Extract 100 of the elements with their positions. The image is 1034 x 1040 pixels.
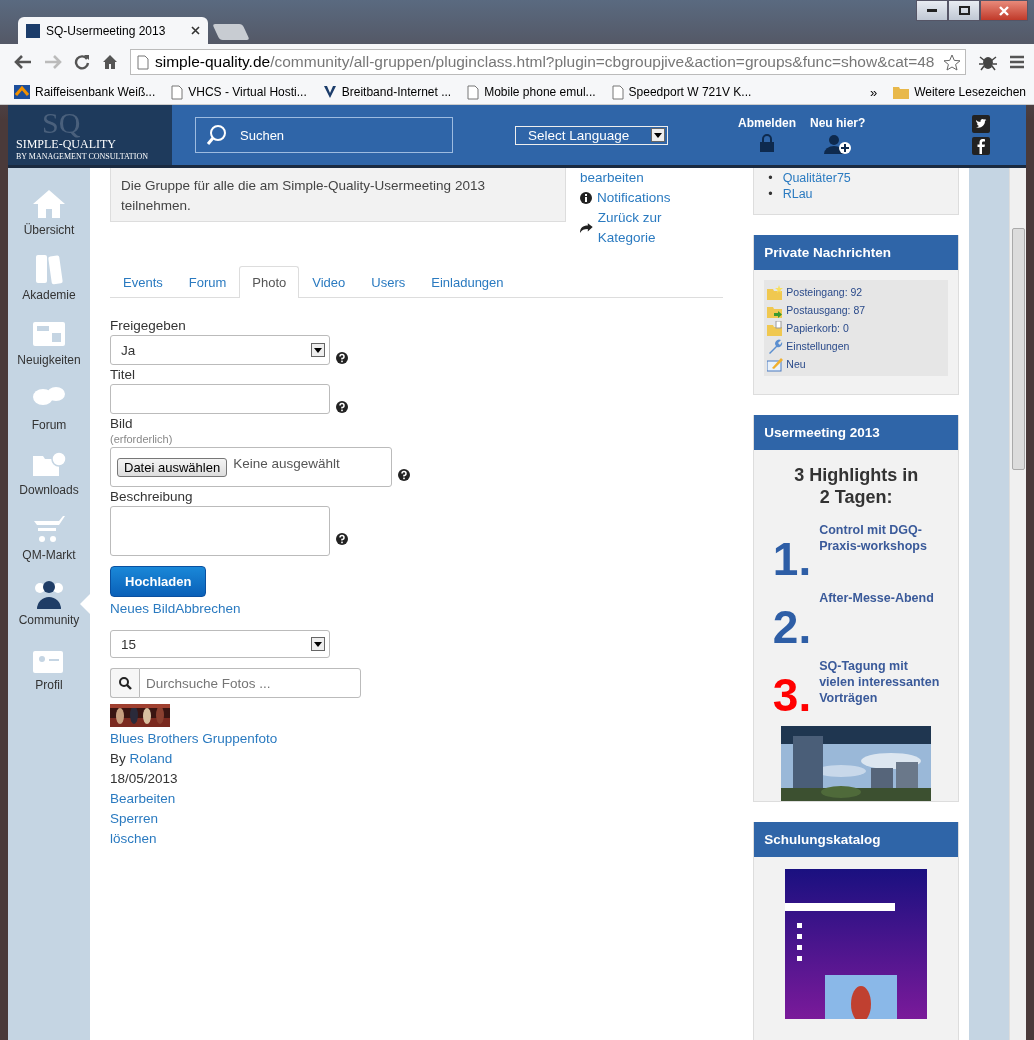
address-bar[interactable]: simple-quality.de/community/all-gruppen/pluginclass.html?plugin=cbgroupjive&action=groups&func=show&cat=48 [130, 49, 966, 75]
message-link[interactable]: Postausgang: 87 [767, 301, 946, 319]
sidebar-item[interactable]: QM-Markt [8, 513, 90, 562]
member-link[interactable]: RLau [782, 186, 813, 202]
sidebar-item[interactable]: Neuigkeiten [8, 318, 90, 367]
sidebar-item[interactable]: Forum [8, 383, 90, 432]
maximize-button[interactable] [948, 0, 980, 21]
sidebar-item[interactable]: Übersicht [8, 188, 90, 237]
add-user-icon [822, 134, 853, 154]
sidebar-label: Forum [31, 418, 67, 432]
message-link[interactable]: Papierkorb: 0 [767, 319, 946, 337]
photo-action-link[interactable]: löschen [110, 829, 278, 849]
maximize-icon [958, 6, 970, 15]
folder-icon [893, 85, 910, 99]
bookmark-folder[interactable]: Weitere Lesezeichen [893, 85, 1026, 99]
browser-tab[interactable]: SQ-Usermeeting 2013 [18, 17, 208, 44]
sidebar-label: Community [18, 613, 80, 627]
bookmark-label: Weitere Lesezeichen [914, 85, 1026, 99]
field-label: Freigegeben [110, 318, 187, 333]
cart-icon [31, 513, 67, 545]
close-icon[interactable] [191, 26, 200, 35]
envelope-pencil-icon [767, 356, 784, 372]
author-link[interactable]: Roland [129, 751, 173, 766]
bookmark[interactable]: Mobile phone emul... [467, 84, 596, 100]
sidebar-item[interactable]: Community [8, 578, 90, 627]
page-icon [171, 84, 184, 100]
minimize-button[interactable] [916, 0, 948, 21]
widget-title: Schulungskatalog [754, 822, 959, 857]
select-value: Ja [121, 342, 136, 358]
member-link[interactable]: Qualitäter75 [782, 170, 851, 186]
text-field[interactable] [110, 384, 330, 414]
help-icon[interactable] [336, 352, 348, 364]
form-link[interactable]: Neues Bild [110, 601, 176, 616]
bookmark[interactable]: VHCS - Virtual Hosti... [171, 84, 307, 100]
new-tab-button[interactable] [212, 24, 250, 40]
bird-icon[interactable] [972, 115, 990, 133]
file-field[interactable]: Datei auswählen Keine ausgewählt [110, 447, 392, 487]
menu-icon[interactable] [1010, 55, 1024, 69]
highlight-number: 2. [771, 604, 812, 650]
reload-icon[interactable] [74, 54, 90, 70]
photo-action-link[interactable]: Sperren [110, 809, 278, 829]
tab-title: SQ-Usermeeting 2013 [46, 23, 167, 38]
file-status: Keine ausgewählt [233, 456, 340, 471]
page-icon [137, 54, 149, 70]
sidebar-item[interactable]: Akademie [8, 253, 90, 302]
photo-date: 18/05/2013 [110, 770, 179, 788]
choose-file-button[interactable]: Datei auswählen [117, 458, 228, 477]
search-icon[interactable] [110, 668, 139, 698]
help-icon[interactable] [336, 401, 348, 413]
group-link[interactable]: Notifications [580, 188, 720, 208]
search-field[interactable]: Suchen [195, 117, 453, 153]
upload-button[interactable]: Hochladen [110, 566, 207, 597]
logo-name: SIMPLE-QUALITY [16, 137, 117, 152]
help-icon[interactable] [398, 469, 410, 481]
content-tab[interactable]: Einladungen [418, 266, 517, 298]
description-field[interactable] [110, 506, 330, 556]
close-button[interactable] [980, 0, 1028, 21]
caret-icon [311, 343, 325, 357]
back-icon[interactable] [14, 54, 32, 70]
photo-search-field[interactable]: Durchsuche Fotos ... [139, 668, 361, 698]
group-link[interactable]: bearbeiten [580, 168, 720, 188]
sidebar-item[interactable]: Profil [8, 643, 90, 692]
content-tab[interactable]: Events [110, 266, 176, 298]
sidebar-item[interactable]: Downloads [8, 448, 90, 497]
sidebar-label: Übersicht [23, 223, 75, 237]
message-link[interactable]: Einstellungen [767, 337, 946, 355]
photo-title-link[interactable]: Blues Brothers Gruppenfoto [110, 729, 278, 749]
form-link[interactable]: Abbrechen [175, 601, 241, 616]
logo-tagline: BY MANAGEMENT CONSULTATION [16, 152, 149, 161]
photo-action-link[interactable]: Bearbeiten [110, 789, 278, 809]
bookmark-label: VHCS - Virtual Hosti... [188, 85, 307, 99]
facebook-icon[interactable] [972, 137, 990, 155]
bank-logo-icon [14, 85, 30, 99]
logout-link[interactable]: Abmelden [738, 116, 796, 154]
bookmark[interactable]: Speedport W 721V K... [611, 84, 752, 100]
language-select[interactable]: Select Language [515, 125, 668, 145]
sidebar-label: QM-Markt [22, 548, 76, 562]
page-size-select[interactable]: 15 [110, 630, 330, 658]
folder-page-icon [767, 320, 784, 336]
content-tab[interactable]: Forum [175, 266, 240, 298]
scrollbar[interactable] [1009, 168, 1026, 1040]
content-tab[interactable]: Video [299, 266, 359, 298]
logout-label: Abmelden [738, 116, 796, 130]
caret-icon [651, 128, 665, 142]
content-tab[interactable]: Photo [239, 266, 300, 298]
group-link[interactable]: Zurück zur Kategorie [580, 208, 720, 248]
more-bookmarks-button[interactable]: » [869, 84, 878, 100]
message-link[interactable]: Posteingang: 92 [767, 283, 946, 301]
caret-icon [311, 637, 325, 651]
home-icon[interactable] [102, 54, 118, 70]
star-icon[interactable] [943, 53, 961, 71]
sidebar-label: Akademie [22, 288, 76, 302]
select-field[interactable]: Ja [110, 335, 330, 365]
highlight-text: After-Messe-Abend [819, 590, 935, 606]
search-placeholder: Suchen [240, 127, 285, 143]
help-icon[interactable] [336, 533, 348, 545]
bug-icon[interactable] [978, 53, 998, 71]
register-link[interactable]: Neu hier? [810, 116, 866, 154]
message-link[interactable]: Neu [767, 355, 946, 373]
content-tab[interactable]: Users [358, 266, 419, 298]
